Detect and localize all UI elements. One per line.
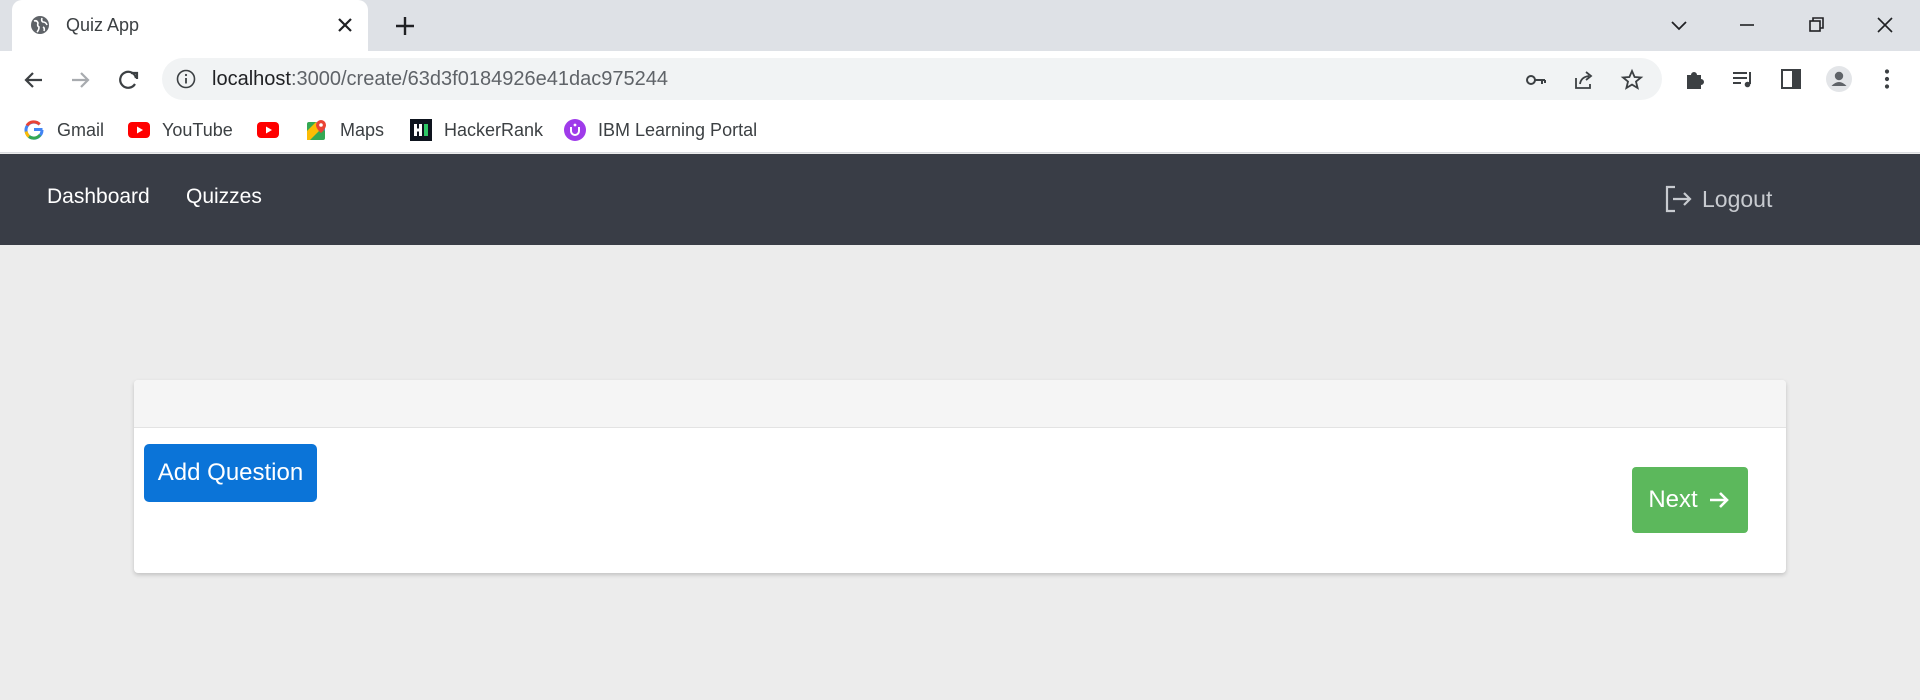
url-path: :3000/create/63d3f0184926e41dac975244 <box>290 68 668 90</box>
question-card: Add Question Next <box>134 380 1786 573</box>
bookmark-gmail[interactable]: Gmail <box>23 116 104 144</box>
bookmark-label: YouTube <box>162 119 233 140</box>
bookmark-label: HackerRank <box>444 119 544 140</box>
restore-icon[interactable] <box>1801 10 1831 40</box>
main-content: Add Question Next <box>0 245 1920 700</box>
share-icon[interactable] <box>1572 68 1596 92</box>
nav-link-quizzes[interactable]: Quizzes <box>186 185 262 209</box>
bookmark-hackerrank[interactable]: HackerRank <box>410 116 543 144</box>
key-icon[interactable] <box>1524 68 1548 92</box>
google-icon <box>24 120 44 140</box>
bookmark-youtube[interactable]: YouTube <box>128 116 233 144</box>
reload-icon[interactable] <box>114 65 144 95</box>
forward-icon[interactable] <box>66 65 96 95</box>
arrow-right-icon <box>1709 492 1729 508</box>
next-label: Next <box>1648 486 1698 513</box>
browser-toolbar: localhost:3000/create/63d3f0184926e41dac… <box>0 51 1920 107</box>
side-panel-icon[interactable] <box>1778 66 1804 92</box>
bookmark-label: Gmail <box>57 119 105 140</box>
bookmark-maps[interactable]: Maps <box>306 116 384 144</box>
add-question-button[interactable]: Add Question <box>144 444 317 502</box>
bookmarks-bar: Gmail YouTube Maps HackerRank IBM Learni… <box>0 107 1920 153</box>
extensions-icon[interactable] <box>1682 66 1708 92</box>
close-tab-icon[interactable] <box>334 14 356 36</box>
card-header <box>134 380 1786 428</box>
minimize-icon[interactable] <box>1732 10 1762 40</box>
bookmark-ibm-learning-portal[interactable]: IBM Learning Portal <box>564 116 757 144</box>
address-url[interactable]: localhost:3000/create/63d3f0184926e41dac… <box>212 68 668 91</box>
globe-icon <box>31 16 49 34</box>
browser-tab[interactable]: Quiz App <box>12 0 368 51</box>
youtube-icon <box>257 122 279 138</box>
tab-search-icon[interactable] <box>1664 10 1694 40</box>
bookmark-label: Maps <box>340 119 385 140</box>
nav-link-dashboard[interactable]: Dashboard <box>47 185 150 209</box>
logout-label: Logout <box>1702 185 1773 212</box>
close-window-icon[interactable] <box>1870 10 1900 40</box>
hackerrank-icon <box>410 119 432 141</box>
app-navbar: Dashboard Quizzes Logout <box>0 154 1920 245</box>
back-icon[interactable] <box>18 65 48 95</box>
browser-tabstrip: Quiz App <box>0 0 1920 51</box>
maps-icon <box>307 120 326 140</box>
profile-avatar-icon[interactable] <box>1826 66 1852 92</box>
site-info-icon[interactable] <box>176 69 196 89</box>
tab-title: Quiz App <box>66 15 140 35</box>
url-host: localhost <box>212 68 291 90</box>
logout-button[interactable]: Logout <box>1662 181 1772 217</box>
bookmark-star-icon[interactable] <box>1620 68 1644 92</box>
next-button[interactable]: Next <box>1632 467 1748 533</box>
bookmark-label: IBM Learning Portal <box>598 119 758 140</box>
youtube-icon <box>128 122 150 138</box>
media-icon[interactable] <box>1730 66 1756 92</box>
logout-icon <box>1665 185 1692 213</box>
new-tab-icon[interactable] <box>392 13 418 39</box>
ibm-learning-icon <box>564 119 586 141</box>
address-bar[interactable]: localhost:3000/create/63d3f0184926e41dac… <box>162 58 1662 100</box>
bookmark-youtube-2[interactable] <box>257 116 291 144</box>
menu-kebab-icon[interactable] <box>1874 66 1900 92</box>
